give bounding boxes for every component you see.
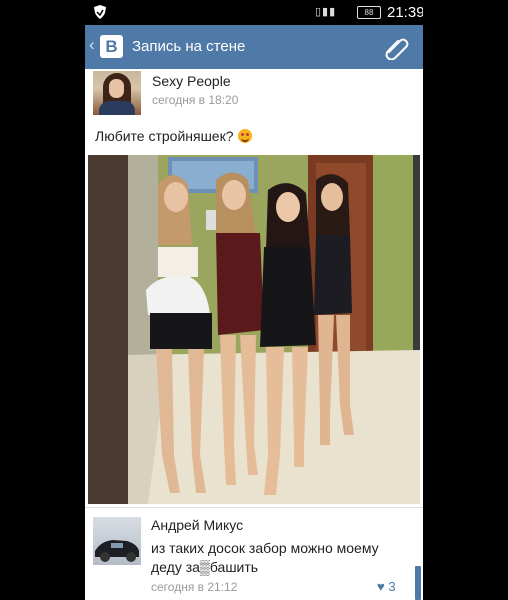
battery-icon: 88 [357, 6, 381, 19]
comment-item: Андрей Микус из таких досок забор можно … [85, 507, 423, 600]
vk-logo[interactable]: B [100, 35, 123, 58]
comment-text: из таких досок забор можно моему деду за… [151, 540, 379, 575]
post-header: Sexy People сегодня в 18:20 [85, 69, 423, 121]
scrollbar[interactable] [415, 566, 421, 600]
paperclip-icon[interactable] [383, 34, 411, 60]
back-icon[interactable]: ‹ [89, 35, 95, 55]
blushing-smile-emoji [237, 129, 252, 143]
post-photo-container [85, 154, 423, 507]
post-photo[interactable] [88, 155, 420, 504]
page-title: Запись на стене [132, 38, 246, 55]
post-body: Любите стройняшек? [85, 121, 423, 154]
comment-timestamp: сегодня в 21:12 [151, 580, 238, 594]
post-author[interactable]: Sexy People [152, 73, 231, 89]
phone-screen: ▯▮▮ 88 21:39 ‹ B Запись на стене Sexy Pe… [85, 0, 423, 600]
post-timestamp: сегодня в 18:20 [152, 93, 239, 107]
like-button[interactable]: ♥ 3 [377, 579, 396, 594]
post-text: Любите стройняшек? [95, 128, 252, 144]
signal-icon: ▯▮▮ [315, 6, 337, 18]
status-clock: 21:39 [387, 4, 423, 21]
comment-author[interactable]: Андрей Микус [151, 517, 243, 533]
shield-icon [94, 5, 106, 19]
comment-avatar[interactable] [93, 517, 141, 565]
status-bar: ▯▮▮ 88 21:39 [85, 0, 423, 25]
like-count: 3 [388, 579, 396, 594]
heart-icon: ♥ [377, 579, 385, 594]
avatar[interactable] [93, 71, 141, 115]
app-toolbar: ‹ B Запись на стене [85, 25, 423, 69]
